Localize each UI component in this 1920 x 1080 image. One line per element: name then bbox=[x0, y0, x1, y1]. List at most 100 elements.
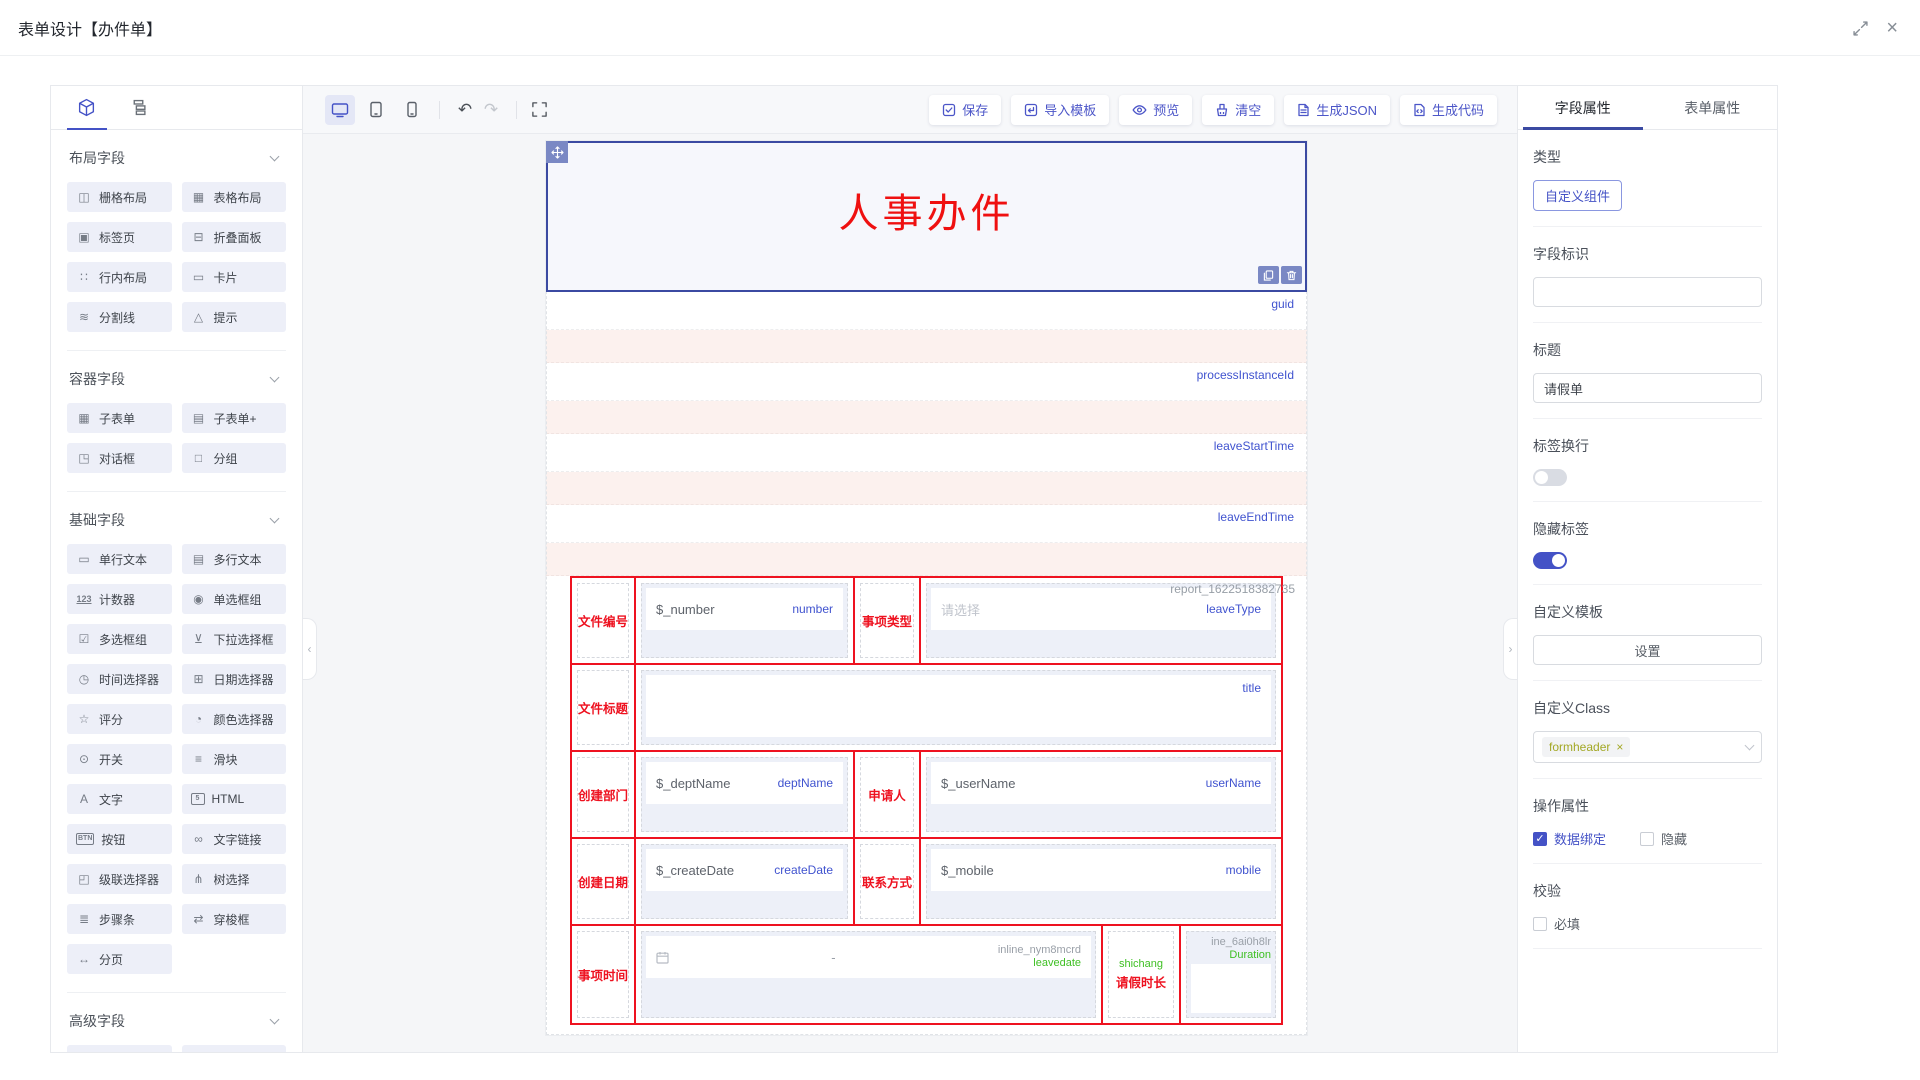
generate-json-button[interactable]: 生成JSON bbox=[1284, 95, 1390, 125]
hide-label-toggle[interactable] bbox=[1533, 552, 1567, 569]
tab-form-properties[interactable]: 表单属性 bbox=[1648, 86, 1778, 129]
collapse-sidebar-handle[interactable]: ‹ bbox=[303, 618, 317, 680]
hidden-field-row[interactable] bbox=[546, 330, 1307, 363]
palette-item-radio-group[interactable]: ◉单选框组 bbox=[182, 584, 287, 614]
palette-item-button[interactable]: BTN按钮 bbox=[67, 824, 172, 854]
preview-button[interactable]: 预览 bbox=[1119, 95, 1192, 125]
palette-item-group[interactable]: □分组 bbox=[182, 443, 287, 473]
palette-item-time-picker[interactable]: ◷时间选择器 bbox=[67, 664, 172, 694]
cell-label-create-dept[interactable]: 创建部门 bbox=[572, 752, 634, 837]
cell-field-mobile[interactable]: $_mobilemobile bbox=[919, 839, 1281, 924]
import-template-button[interactable]: 导入模板 bbox=[1011, 95, 1109, 125]
drag-move-icon[interactable] bbox=[546, 141, 568, 163]
palette-item-pagination[interactable]: ↔分页 bbox=[67, 944, 172, 974]
palette-item-custom-component[interactable]: ○自定义组件 bbox=[182, 1045, 287, 1052]
palette-item-select[interactable]: ⊻下拉选择框 bbox=[182, 624, 287, 654]
copy-component-button[interactable] bbox=[1258, 266, 1279, 284]
cell-field-daterange[interactable]: - inline_nym8mcrd leavedate bbox=[634, 926, 1101, 1023]
cell-field-duration[interactable]: ine_6ai0h8lr Duration bbox=[1179, 926, 1281, 1023]
palette-item-tabs[interactable]: ▣标签页 bbox=[67, 222, 172, 252]
palette-item-text[interactable]: A文字 bbox=[67, 784, 172, 814]
data-binding-checkbox[interactable]: ✓数据绑定 bbox=[1533, 829, 1606, 848]
cell-field-deptName[interactable]: $_deptNamedeptName bbox=[634, 752, 853, 837]
palette-item-alert[interactable]: △提示 bbox=[182, 302, 287, 332]
design-canvas[interactable]: 人事办件 guid processInstanceId leaveStartTi… bbox=[303, 134, 1517, 1052]
palette-item-date-picker[interactable]: ⊞日期选择器 bbox=[182, 664, 287, 694]
section-header[interactable]: 高级字段 bbox=[67, 1011, 286, 1045]
undo-icon[interactable]: ↶ bbox=[452, 100, 478, 120]
remove-tag-icon[interactable]: × bbox=[1616, 740, 1623, 754]
hidden-checkbox[interactable]: 隐藏 bbox=[1640, 829, 1687, 848]
hidden-field-guid[interactable]: guid bbox=[546, 292, 1307, 330]
cell-label-file-title[interactable]: 文件标题 bbox=[572, 665, 634, 750]
palette-item-subform-plus[interactable]: ▤子表单+ bbox=[182, 403, 287, 433]
cell-label-contact[interactable]: 联系方式 bbox=[853, 839, 919, 924]
clear-button[interactable]: 清空 bbox=[1202, 95, 1274, 125]
palette-item-textarea[interactable]: ▤多行文本 bbox=[182, 544, 287, 574]
palette-item-rate[interactable]: ☆评分 bbox=[67, 704, 172, 734]
cell-field-userName[interactable]: $_userNameuserName bbox=[919, 752, 1281, 837]
delete-component-button[interactable] bbox=[1281, 266, 1302, 284]
settings-button[interactable]: 设置 bbox=[1533, 635, 1762, 665]
tablet-icon[interactable] bbox=[361, 95, 391, 125]
hidden-field-row[interactable] bbox=[546, 472, 1307, 505]
palette-item-inline-layout[interactable]: ∷行内布局 bbox=[67, 262, 172, 292]
field-id-input[interactable] bbox=[1533, 277, 1762, 307]
palette-item-table-layout[interactable]: ▦表格布局 bbox=[182, 182, 287, 212]
palette-item-cascader[interactable]: ◰级联选择器 bbox=[67, 864, 172, 894]
window-close-icon[interactable]: × bbox=[1886, 18, 1898, 38]
hidden-field-row[interactable] bbox=[546, 543, 1307, 576]
desktop-icon[interactable] bbox=[325, 95, 355, 125]
fullscreen-icon[interactable] bbox=[531, 101, 548, 118]
phone-icon[interactable] bbox=[397, 95, 427, 125]
section-header[interactable]: 基础字段 bbox=[67, 510, 286, 544]
type-value-button[interactable]: 自定义组件 bbox=[1533, 180, 1622, 211]
cell-field-title[interactable]: title bbox=[634, 665, 1281, 750]
form-page[interactable]: 人事办件 guid processInstanceId leaveStartTi… bbox=[546, 141, 1307, 1035]
save-button[interactable]: 保存 bbox=[929, 95, 1001, 125]
palette-item-dialog[interactable]: ◳对话框 bbox=[67, 443, 172, 473]
tab-field-properties[interactable]: 字段属性 bbox=[1518, 86, 1648, 129]
cell-label-applicant[interactable]: 申请人 bbox=[853, 752, 919, 837]
section-header[interactable]: 布局字段 bbox=[67, 148, 286, 182]
hidden-field-row[interactable] bbox=[546, 401, 1307, 434]
palette-item-slider[interactable]: ≡滑块 bbox=[182, 744, 287, 774]
label-wrap-toggle[interactable] bbox=[1533, 469, 1567, 486]
components-tab-cube-icon[interactable] bbox=[77, 98, 96, 117]
palette-item-card[interactable]: ▭卡片 bbox=[182, 262, 287, 292]
palette-item-checkbox-group[interactable]: ☑多选框组 bbox=[67, 624, 172, 654]
collapse-properties-handle[interactable]: › bbox=[1503, 618, 1517, 680]
section-header[interactable]: 容器字段 bbox=[67, 369, 286, 403]
cell-field-number[interactable]: $_numbernumber bbox=[634, 578, 853, 663]
palette-item-custom-area[interactable]: □自定义区域 bbox=[67, 1045, 172, 1052]
palette-item-divider[interactable]: ≋分割线 bbox=[67, 302, 172, 332]
custom-class-select[interactable]: formheader × bbox=[1533, 731, 1762, 763]
palette-item-html[interactable]: 5HTML bbox=[182, 784, 287, 814]
palette-item-transfer[interactable]: ⇄穿梭框 bbox=[182, 904, 287, 934]
palette-item-grid-layout[interactable]: ◫栅格布局 bbox=[67, 182, 172, 212]
report-table-component[interactable]: 文件编号 $_numbernumber 事项类型 请选择leaveType 文件… bbox=[570, 576, 1283, 1025]
cell-field-createDate[interactable]: $_createDatecreateDate bbox=[634, 839, 853, 924]
generate-code-button[interactable]: 生成代码 bbox=[1400, 95, 1497, 125]
cell-label-leave-duration[interactable]: shichang 请假时长 bbox=[1101, 926, 1179, 1023]
palette-item-steps[interactable]: ≣步骤条 bbox=[67, 904, 172, 934]
palette-item-tree-select[interactable]: ⋔树选择 bbox=[182, 864, 287, 894]
cell-label-file-number[interactable]: 文件编号 bbox=[572, 578, 634, 663]
required-checkbox[interactable]: 必填 bbox=[1533, 914, 1580, 933]
cell-label-matter-time[interactable]: 事项时间 bbox=[572, 926, 634, 1023]
palette-item-subform[interactable]: ▦子表单 bbox=[67, 403, 172, 433]
cell-label-create-date[interactable]: 创建日期 bbox=[572, 839, 634, 924]
hidden-field-processInstanceId[interactable]: processInstanceId bbox=[546, 363, 1307, 401]
palette-item-link[interactable]: ∞文字链接 bbox=[182, 824, 287, 854]
cell-label-matter-type[interactable]: 事项类型 bbox=[853, 578, 919, 663]
redo-icon[interactable]: ↷ bbox=[478, 100, 504, 120]
hidden-field-leaveEndTime[interactable]: leaveEndTime bbox=[546, 505, 1307, 543]
palette-item-collapse-panel[interactable]: ⊟折叠面板 bbox=[182, 222, 287, 252]
palette-item-switch[interactable]: ⊙开关 bbox=[67, 744, 172, 774]
selected-header-component[interactable]: 人事办件 bbox=[546, 141, 1307, 292]
title-input[interactable] bbox=[1533, 373, 1762, 403]
palette-item-color-picker[interactable]: ◔颜色选择器 bbox=[182, 704, 287, 734]
hidden-field-leaveStartTime[interactable]: leaveStartTime bbox=[546, 434, 1307, 472]
palette-item-text-input[interactable]: ▭单行文本 bbox=[67, 544, 172, 574]
window-expand-icon[interactable] bbox=[1853, 21, 1868, 36]
